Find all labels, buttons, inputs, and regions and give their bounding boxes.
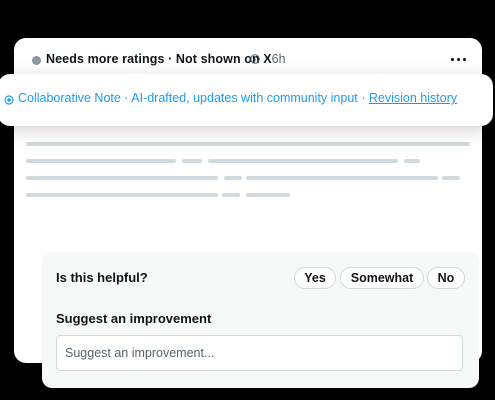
info-icon[interactable] [250, 54, 260, 64]
skeleton-line [246, 176, 438, 180]
banner-text: Collaborative Note · AI-drafted, updates… [18, 91, 457, 105]
banner-description: Collaborative Note · AI-drafted, updates… [18, 91, 369, 105]
skeleton-line [26, 159, 176, 163]
helpful-question: Is this helpful? [56, 270, 148, 285]
skeleton-line [404, 159, 420, 163]
skeleton-line [26, 176, 218, 180]
somewhat-button[interactable]: Somewhat [340, 267, 424, 289]
revision-history-link[interactable]: Revision history [369, 91, 457, 105]
skeleton-line [246, 193, 290, 197]
suggest-input[interactable] [56, 335, 463, 371]
skeleton-line [208, 159, 398, 163]
status-dot [32, 56, 41, 65]
target-icon [4, 95, 14, 105]
skeleton-line [224, 176, 242, 180]
collaborative-note-banner: Collaborative Note · AI-drafted, updates… [0, 74, 493, 126]
feedback-panel: Is this helpful? Yes Somewhat No Suggest… [42, 252, 479, 388]
skeleton-line [222, 193, 240, 197]
skeleton-line [26, 142, 470, 146]
timestamp: · 6h [264, 52, 286, 66]
skeleton-line [26, 193, 218, 197]
skeleton-line [442, 176, 460, 180]
no-button[interactable]: No [427, 267, 465, 289]
status-text: Needs more ratings · Not shown on X [46, 52, 272, 66]
skeleton-line [182, 159, 202, 163]
suggest-title: Suggest an improvement [56, 311, 212, 326]
yes-button[interactable]: Yes [294, 267, 336, 289]
more-options-icon[interactable] [451, 58, 466, 61]
